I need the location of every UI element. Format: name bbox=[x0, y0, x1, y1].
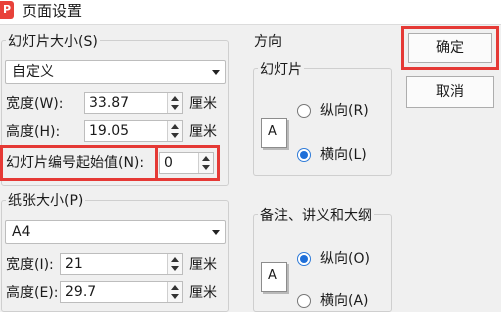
spin-down-icon[interactable] bbox=[171, 105, 179, 110]
slide-width-spinner[interactable] bbox=[167, 93, 182, 113]
slide-height-label: 高度(H): bbox=[6, 124, 61, 140]
slide-size-select[interactable]: 自定义 bbox=[5, 60, 226, 84]
spin-up-icon[interactable] bbox=[171, 96, 179, 101]
dropdown-arrow-icon bbox=[212, 230, 220, 235]
spin-down-icon[interactable] bbox=[171, 133, 179, 138]
page-orientation-icon: A bbox=[261, 262, 287, 292]
slides-orientation-title: 幻灯片 bbox=[258, 59, 304, 79]
orientation-title: 方向 bbox=[254, 34, 282, 50]
slide-height-unit: 厘米 bbox=[189, 124, 217, 140]
slide-size-group-title: 幻灯片大小(S) bbox=[6, 31, 100, 51]
title-bar: P 页面设置 bbox=[0, 0, 501, 25]
start-number-spinner[interactable] bbox=[198, 153, 213, 173]
paper-size-select[interactable]: A4 bbox=[5, 220, 226, 244]
slides-portrait-label[interactable]: 纵向(R) bbox=[320, 102, 369, 120]
page-icon-letter: A bbox=[268, 124, 277, 139]
paper-height-unit: 厘米 bbox=[189, 285, 217, 301]
slide-width-field[interactable]: 33.87 bbox=[84, 92, 183, 114]
slide-width-label: 宽度(W): bbox=[6, 96, 64, 112]
notes-landscape-radio[interactable] bbox=[297, 294, 311, 308]
paper-width-label: 宽度(I): bbox=[6, 257, 54, 273]
spin-up-icon[interactable] bbox=[202, 156, 210, 161]
app-logo-icon: P bbox=[0, 1, 14, 19]
slide-width-value: 33.87 bbox=[89, 95, 130, 111]
slide-height-field[interactable]: 19.05 bbox=[84, 120, 183, 142]
spin-up-icon[interactable] bbox=[171, 285, 179, 290]
dropdown-arrow-icon bbox=[212, 70, 220, 75]
page-orientation-icon: A bbox=[261, 118, 287, 148]
paper-width-unit: 厘米 bbox=[189, 257, 217, 273]
spin-up-icon[interactable] bbox=[171, 257, 179, 262]
start-number-label: 幻灯片编号起始值(N): bbox=[6, 155, 145, 171]
spin-up-icon[interactable] bbox=[171, 124, 179, 129]
spin-down-icon[interactable] bbox=[171, 294, 179, 299]
paper-height-label: 高度(E): bbox=[6, 285, 59, 301]
slides-landscape-label[interactable]: 横向(L) bbox=[320, 146, 367, 164]
slide-size-select-value: 自定义 bbox=[12, 64, 54, 80]
page-icon-letter: A bbox=[268, 268, 277, 283]
paper-size-group-title: 纸张大小(P) bbox=[6, 190, 86, 210]
notes-portrait-radio[interactable] bbox=[297, 252, 311, 266]
slide-height-spinner[interactable] bbox=[167, 121, 182, 141]
start-number-value: 0 bbox=[164, 155, 173, 171]
paper-height-spinner[interactable] bbox=[167, 282, 182, 302]
paper-width-field[interactable]: 21 bbox=[60, 253, 183, 275]
notes-landscape-label[interactable]: 横向(A) bbox=[320, 292, 369, 310]
paper-height-value: 29.7 bbox=[65, 284, 97, 300]
ok-button[interactable]: 确定 bbox=[408, 33, 492, 63]
spin-down-icon[interactable] bbox=[171, 266, 179, 271]
slide-width-unit: 厘米 bbox=[189, 96, 217, 112]
paper-height-field[interactable]: 29.7 bbox=[60, 281, 183, 303]
notes-portrait-label[interactable]: 纵向(O) bbox=[320, 250, 370, 268]
cancel-button[interactable]: 取消 bbox=[406, 76, 494, 108]
notes-orientation-title: 备注、讲义和大纲 bbox=[258, 205, 374, 225]
slides-portrait-radio[interactable] bbox=[297, 104, 311, 118]
paper-width-spinner[interactable] bbox=[167, 254, 182, 274]
paper-size-select-value: A4 bbox=[12, 224, 31, 240]
paper-width-value: 21 bbox=[65, 256, 83, 272]
spin-down-icon[interactable] bbox=[202, 165, 210, 170]
slides-landscape-radio[interactable] bbox=[297, 148, 311, 162]
dialog-title: 页面设置 bbox=[22, 2, 83, 20]
start-number-field[interactable]: 0 bbox=[159, 152, 214, 174]
slide-height-value: 19.05 bbox=[89, 123, 130, 139]
